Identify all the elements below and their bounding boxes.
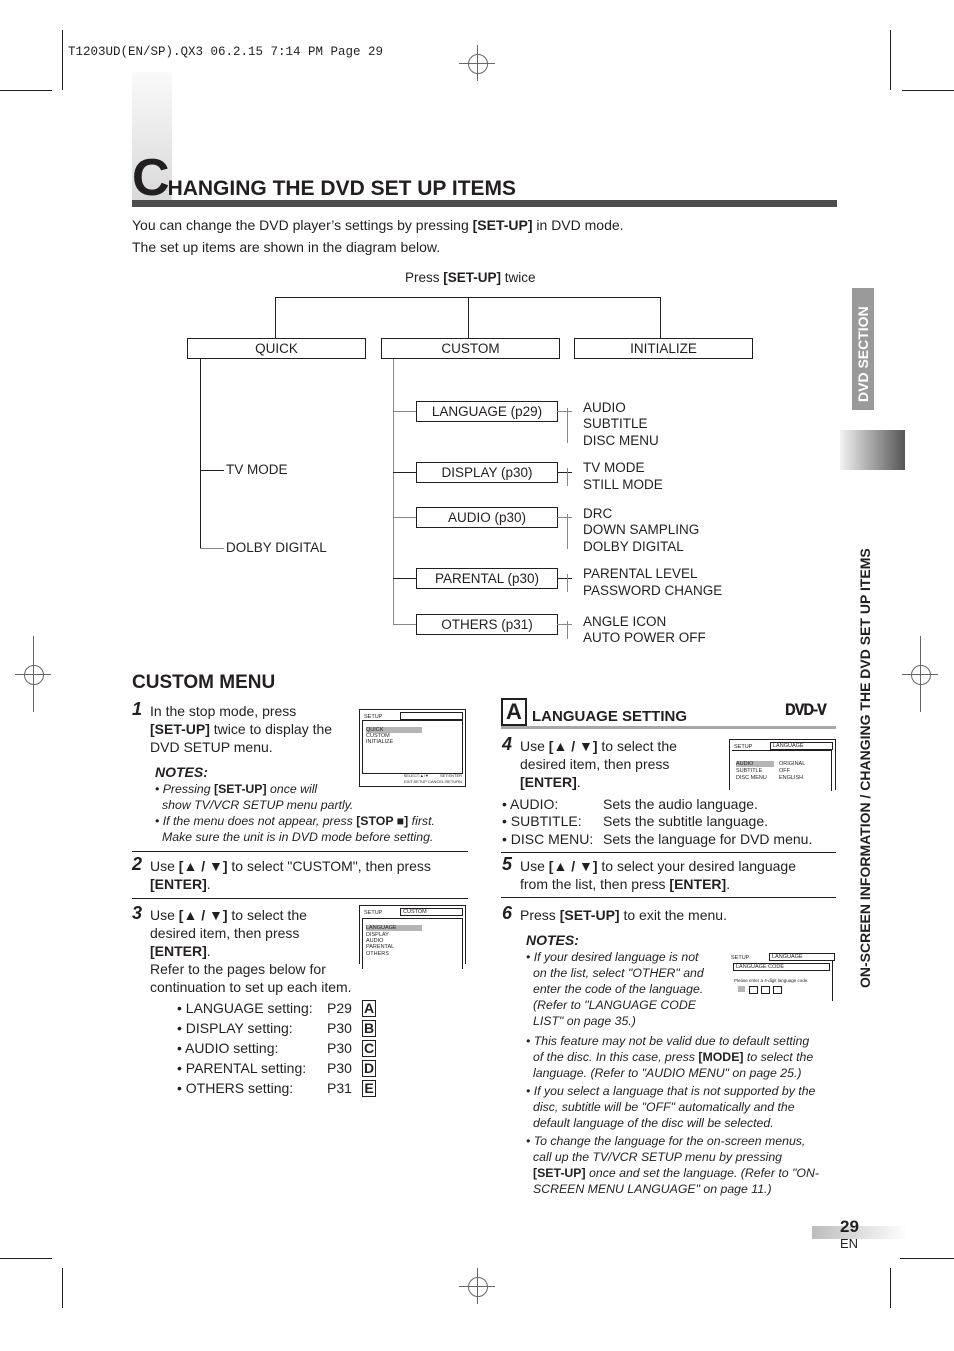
note: • This feature may not be valid due to d…: [526, 1034, 814, 1080]
quick-child: DOLBY DIGITAL: [226, 540, 327, 555]
registration-mark-icon: [15, 636, 51, 712]
ref-row: • LANGUAGE setting:: [177, 1000, 313, 1016]
ref-row: • DISPLAY setting:: [177, 1020, 293, 1036]
sub-item: DRC: [583, 506, 613, 521]
note: • Pressing [SET-UP] once will show TV/VC…: [155, 782, 435, 844]
sub-item: PARENTAL LEVEL: [583, 566, 698, 581]
side-tab-dvd-section: DVD SECTION: [852, 288, 874, 410]
diagram-box-initialize: INITIALIZE: [574, 338, 753, 359]
step-4-text: Use [▲ / ▼] to select the desired item, …: [520, 738, 677, 790]
diagram-root: Press [SET-UP] twice: [405, 270, 536, 285]
step-3-text: Use [▲ / ▼] to select the desired item, …: [150, 907, 352, 995]
ref-link-a[interactable]: A: [362, 999, 376, 1017]
registration-mark-icon: [459, 1268, 495, 1304]
setup-screen-custom: SETUP CUSTOM LANGUAGE DISPLAY AUDIO PARE…: [359, 905, 466, 969]
diagram-box-custom: CUSTOM: [381, 338, 560, 359]
diagram-box-audio: AUDIO (p30): [416, 507, 558, 528]
sub-item: STILL MODE: [583, 477, 663, 492]
step-6-text: Press [SET-UP] to exit the menu.: [520, 907, 727, 923]
side-tab-accent: [840, 430, 905, 470]
crop-mark: [900, 1258, 954, 1259]
step-number: 6: [502, 903, 513, 923]
page-number: 29: [840, 1217, 859, 1236]
sub-item: ANGLE ICON: [583, 614, 667, 629]
print-header: T1203UD(EN/SP).QX3 06.2.15 7:14 PM Page …: [68, 45, 384, 59]
crop-mark: [62, 30, 63, 90]
note: • If you select a language that is not s…: [526, 1084, 816, 1130]
ref-row: • AUDIO setting:: [177, 1040, 279, 1056]
divider: [132, 851, 468, 852]
divider: [132, 898, 468, 899]
registration-mark-icon: [459, 45, 495, 81]
ref-row: • OTHERS setting:: [177, 1080, 294, 1096]
ref-link-d[interactable]: D: [362, 1059, 376, 1077]
ref-link-e[interactable]: E: [362, 1079, 376, 1097]
intro-line-2: The set up items are shown in the diagra…: [132, 239, 441, 255]
page-number-accent: [812, 1226, 907, 1239]
setup-screen-quick: SETUP QUICK CUSTOM INITIALIZE SELECT:▲/▼…: [359, 709, 466, 787]
sub-item: DOWN SAMPLING: [583, 522, 700, 537]
divider: [501, 852, 836, 853]
section-rule: [501, 726, 836, 729]
section-heading-language: LANGUAGE SETTING: [532, 708, 688, 725]
registration-mark-icon: [902, 636, 938, 712]
sub-item: DISC MENU: [583, 433, 659, 448]
step-5-text: Use [▲ / ▼] to select your desired langu…: [520, 858, 796, 892]
crop-mark: [0, 1258, 52, 1259]
setup-screen-language: SETUP LANGUAGE AUDIO ORIGINAL SUBTITLE O…: [729, 739, 836, 791]
sub-item: AUDIO: [583, 400, 626, 415]
sub-item: PASSWORD CHANGE: [583, 583, 723, 598]
page-language: EN: [840, 1236, 859, 1251]
step-number: 1: [132, 699, 143, 719]
crop-mark: [890, 30, 891, 90]
crop-mark: [0, 90, 52, 91]
diagram-box-parental: PARENTAL (p30): [416, 568, 558, 589]
divider: [501, 897, 836, 898]
sub-item: AUTO POWER OFF: [583, 630, 706, 645]
diagram-box-others: OTHERS (p31): [416, 614, 558, 635]
crop-mark: [890, 1268, 891, 1308]
ref-link-c[interactable]: C: [362, 1039, 376, 1057]
side-tab-chapter: ON-SCREEN INFORMATION / CHANGING THE DVD…: [857, 548, 873, 988]
step-number: 4: [502, 734, 513, 754]
section-heading-custom-menu: CUSTOM MENU: [132, 672, 276, 693]
diagram-box-quick: QUICK: [187, 338, 366, 359]
crop-mark: [62, 1268, 63, 1308]
title-rule: [132, 200, 837, 207]
notes-heading: NOTES:: [526, 932, 579, 948]
quick-child: TV MODE: [226, 462, 288, 477]
note: • To change the language for the on-scre…: [526, 1134, 819, 1196]
step-number: 2: [132, 854, 143, 874]
notes-heading: NOTES:: [155, 764, 208, 780]
section-letter-a: A: [501, 698, 527, 726]
setup-screen-language-code: SETUP LANGUAGE LANGUAGE CODE Please ente…: [729, 951, 835, 1001]
ref-link-b[interactable]: B: [362, 1019, 376, 1037]
crop-mark: [902, 90, 954, 91]
step-1-text: In the stop mode, press [SET-UP] twice t…: [150, 703, 333, 755]
intro-line-1: You can change the DVD player’s settings…: [132, 217, 624, 233]
step-number: 5: [502, 854, 513, 874]
note: • If your desired language is not on the …: [526, 950, 704, 1028]
page-title: CHANGING THE DVD SET UP ITEMS: [132, 149, 517, 207]
step-2-text: Use [▲ / ▼] to select "CUSTOM", then pre…: [150, 858, 431, 892]
dvd-v-badge: DVD-V: [785, 700, 827, 719]
diagram-box-language: LANGUAGE (p29): [416, 401, 558, 422]
sub-item: TV MODE: [583, 460, 645, 475]
sub-item: DOLBY DIGITAL: [583, 539, 684, 554]
ref-row: • PARENTAL setting:: [177, 1060, 307, 1076]
step-number: 3: [132, 903, 143, 923]
diagram-box-display: DISPLAY (p30): [416, 462, 558, 483]
sub-item: SUBTITLE: [583, 416, 648, 431]
